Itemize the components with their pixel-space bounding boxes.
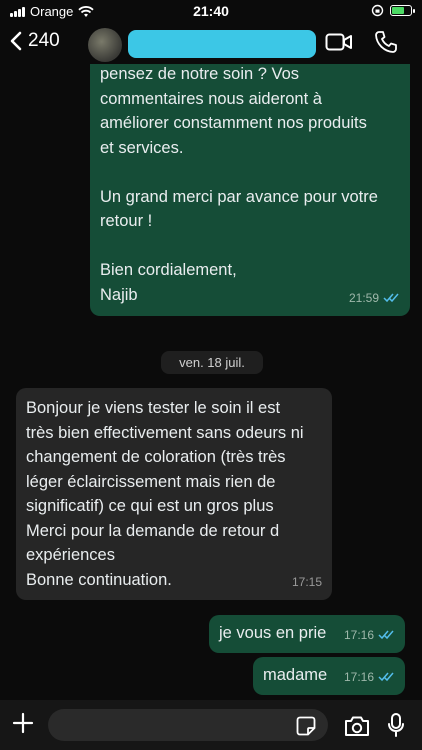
message-meta: 17:16 bbox=[344, 623, 395, 648]
chat-header: 240 bbox=[0, 24, 422, 64]
message-text: Bonjour je viens tester le soin il est t… bbox=[26, 399, 304, 589]
avatar[interactable] bbox=[88, 28, 122, 62]
clock: 21:40 bbox=[193, 3, 229, 19]
chat-messages[interactable]: pensez de notre soin ? Vos commentaires … bbox=[0, 64, 422, 700]
mic-icon[interactable] bbox=[386, 712, 406, 738]
battery-level bbox=[392, 7, 404, 14]
phone-icon[interactable] bbox=[374, 30, 398, 54]
read-receipt-icon bbox=[383, 293, 399, 303]
message-meta: 17:16 bbox=[344, 665, 395, 690]
message-text: pensez de notre soin ? Vos commentaires … bbox=[100, 65, 378, 304]
message-meta: 17:15 bbox=[292, 570, 322, 595]
video-call-icon[interactable] bbox=[325, 32, 353, 52]
battery-icon bbox=[390, 5, 415, 16]
message-bubble-out[interactable]: je vous en prie 17:16 bbox=[209, 615, 405, 653]
orientation-lock-icon bbox=[371, 4, 384, 17]
plus-icon[interactable] bbox=[12, 712, 34, 734]
message-bubble-out[interactable]: madame 17:16 bbox=[253, 657, 405, 695]
message-bubble-out[interactable]: pensez de notre soin ? Vos commentaires … bbox=[90, 64, 410, 316]
camera-icon[interactable] bbox=[344, 715, 370, 737]
unread-count: 240 bbox=[28, 30, 60, 51]
back-chevron-icon bbox=[10, 31, 22, 51]
message-time: 17:16 bbox=[343, 627, 374, 642]
message-time: 21:59 bbox=[348, 290, 379, 305]
message-time: 17:16 bbox=[343, 669, 374, 684]
message-bubble-in[interactable]: Bonjour je viens tester le soin il est t… bbox=[16, 388, 332, 600]
contact-name-redacted[interactable] bbox=[128, 30, 316, 58]
status-right bbox=[371, 4, 415, 17]
status-bar: Orange 21:40 bbox=[0, 0, 422, 24]
date-separator: ven. 18 juil. bbox=[161, 351, 263, 374]
read-receipt-icon bbox=[378, 672, 394, 682]
sticker-icon[interactable] bbox=[296, 716, 316, 736]
message-time: 17:15 bbox=[291, 574, 322, 589]
message-meta: 21:59 bbox=[349, 286, 400, 311]
composer-bar bbox=[0, 700, 422, 750]
read-receipt-icon bbox=[378, 630, 394, 640]
message-input[interactable] bbox=[48, 709, 328, 741]
back-button[interactable]: 240 bbox=[10, 30, 60, 52]
